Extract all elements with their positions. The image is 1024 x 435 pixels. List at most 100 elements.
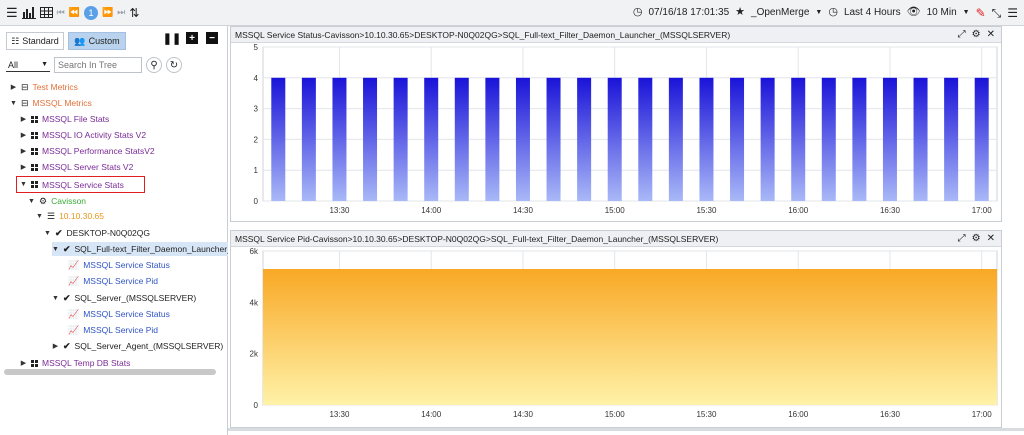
expand-icon[interactable]: ⤢ xyxy=(958,29,966,40)
bar[interactable] xyxy=(454,77,469,201)
favorite-select[interactable]: _OpenMerge xyxy=(751,7,809,18)
tree-node-leaf[interactable]: 📈 MSSQL Service Pid xyxy=(68,323,158,337)
y-tick-label: 6k xyxy=(250,247,259,256)
collapse-icon[interactable]: ⤡ xyxy=(992,7,1002,19)
sort-icon[interactable]: ⇅ xyxy=(129,7,139,19)
bar[interactable] xyxy=(699,77,714,201)
y-tick-label: 2 xyxy=(254,135,259,144)
collapse-arrow-icon[interactable]: ▼ xyxy=(52,246,59,253)
bar[interactable] xyxy=(485,77,500,201)
bar[interactable] xyxy=(791,77,806,201)
tree-node-selected[interactable]: ▼ MSSQL Service Stats xyxy=(16,176,145,193)
pin-icon[interactable]: ✎ xyxy=(976,7,986,19)
gear-icon[interactable]: ⚙ xyxy=(972,233,981,244)
list-icon[interactable]: ☰ xyxy=(1007,7,1018,19)
tree-node-label: MSSQL File Stats xyxy=(42,114,110,124)
bar[interactable] xyxy=(546,77,561,201)
page-number[interactable]: 1 xyxy=(83,5,98,20)
tree-node[interactable]: ▼ ☰ 10.10.30.65 xyxy=(36,209,104,223)
bar[interactable] xyxy=(393,77,408,201)
bar[interactable] xyxy=(974,77,989,201)
bar[interactable] xyxy=(577,77,592,201)
x-tick-label: 15:30 xyxy=(696,410,717,419)
tree-node[interactable]: ▶ MSSQL Server Stats V2 xyxy=(20,160,134,174)
close-icon[interactable]: ✕ xyxy=(987,29,995,40)
horizontal-scrollbar[interactable] xyxy=(4,369,216,375)
menu-icon[interactable]: ☰ xyxy=(6,6,18,19)
previous-page-icon[interactable]: ⏪ xyxy=(69,8,80,17)
collapse-all-icon[interactable]: − xyxy=(206,32,218,44)
chevron-down-icon[interactable]: ▼ xyxy=(963,9,970,16)
collapse-arrow-icon[interactable]: ▼ xyxy=(10,100,17,107)
tab-custom[interactable]: 👥 Custom xyxy=(68,32,126,50)
expand-all-icon[interactable]: + xyxy=(186,32,198,44)
expand-arrow-icon[interactable]: ▶ xyxy=(20,115,27,123)
tree-node[interactable]: ▶ MSSQL IO Activity Stats V2 xyxy=(20,128,146,142)
search-icon[interactable]: ⚲ xyxy=(146,57,162,73)
expand-arrow-icon[interactable]: ▶ xyxy=(20,131,27,139)
tree-node-leaf[interactable]: 📈 MSSQL Service Status xyxy=(68,307,170,321)
bar[interactable] xyxy=(882,77,897,201)
tree-node[interactable]: ▼ ✔ DESKTOP-N0Q02QG xyxy=(44,226,150,240)
y-tick-label: 1 xyxy=(254,166,259,175)
x-tick-label: 13:30 xyxy=(329,206,350,215)
expand-arrow-icon[interactable]: ▶ xyxy=(20,359,27,367)
bar[interactable] xyxy=(607,77,622,201)
expand-arrow-icon[interactable]: ▶ xyxy=(20,163,27,171)
tree-node[interactable]: ▼ ⊟ MSSQL Metrics xyxy=(10,96,92,110)
bar-chart-icon[interactable] xyxy=(21,6,36,19)
bar[interactable] xyxy=(730,77,745,201)
tree-node[interactable]: ▼ ⚙ Cavisson xyxy=(28,194,86,208)
bar[interactable] xyxy=(638,77,653,201)
interval-select[interactable]: 10 Min xyxy=(927,7,957,18)
last-page-icon[interactable]: ⏭ xyxy=(117,8,125,17)
expand-arrow-icon[interactable]: ▶ xyxy=(20,147,27,155)
bar[interactable] xyxy=(668,77,683,201)
table-icon[interactable] xyxy=(39,7,53,18)
collapse-arrow-icon[interactable]: ▼ xyxy=(28,198,35,205)
bar[interactable] xyxy=(301,77,316,201)
tree-node[interactable]: ▶ ⊟ Test Metrics xyxy=(10,80,78,94)
bar[interactable] xyxy=(852,77,867,201)
area-series[interactable] xyxy=(263,268,997,405)
bar[interactable] xyxy=(363,77,378,201)
tree-node[interactable]: ▼ ✔ SQL_Server_(MSSQLSERVER) xyxy=(52,291,196,305)
x-tick-label: 14:00 xyxy=(421,410,442,419)
collapse-arrow-icon[interactable]: ▼ xyxy=(44,230,51,237)
gear-icon[interactable]: ⚙ xyxy=(972,29,981,40)
first-page-icon[interactable]: ⏮ xyxy=(57,8,65,17)
expand-icon[interactable]: ⤢ xyxy=(958,233,966,244)
close-icon[interactable]: ✕ xyxy=(987,233,995,244)
bar[interactable] xyxy=(271,77,286,201)
next-page-icon[interactable]: ⏩ xyxy=(102,8,113,17)
tree-node-highlighted[interactable]: ▼ ✔ SQL_Full-text_Filter_Daemon_Launcher_(… xyxy=(52,242,228,256)
bar[interactable] xyxy=(515,77,530,201)
bar[interactable] xyxy=(913,77,928,201)
bar[interactable] xyxy=(944,77,959,201)
collapse-arrow-icon[interactable]: ▼ xyxy=(20,181,27,188)
filter-select[interactable]: All ▼ xyxy=(6,58,50,72)
search-input[interactable] xyxy=(54,57,142,73)
collapse-arrow-icon[interactable]: ▼ xyxy=(36,213,43,220)
collapse-arrow-icon[interactable]: ▼ xyxy=(52,295,59,302)
tree-node-leaf[interactable]: 📈 MSSQL Service Status xyxy=(68,258,170,272)
tree-node[interactable]: ▶ MSSQL Temp DB Stats xyxy=(20,356,131,370)
tree-node[interactable]: ▶ MSSQL File Stats xyxy=(20,112,109,126)
refresh-icon[interactable]: ↻ xyxy=(166,57,182,73)
pause-icon[interactable]: ❚❚ xyxy=(163,32,181,45)
tree-node-leaf[interactable]: 📈 MSSQL Service Pid xyxy=(68,274,158,288)
star-icon[interactable]: ★ xyxy=(735,7,745,18)
time-range-select[interactable]: Last 4 Hours xyxy=(844,7,901,18)
tree-node-label: MSSQL Service Stats xyxy=(42,179,124,190)
tree-node[interactable]: ▶ ✔ SQL_Server_Agent_(MSSQLSERVER) xyxy=(52,339,223,353)
bar[interactable] xyxy=(760,77,775,201)
bar[interactable] xyxy=(821,77,836,201)
expand-arrow-icon[interactable]: ▶ xyxy=(10,83,17,91)
expand-arrow-icon[interactable]: ▶ xyxy=(52,342,59,350)
metrics-tree-panel: ☷ Standard 👥 Custom ❚❚ + − All ▼ ⚲ ↻ ▶ ⊟T… xyxy=(0,26,228,435)
chevron-down-icon[interactable]: ▼ xyxy=(815,9,822,16)
tree-node[interactable]: ▶ MSSQL Performance StatsV2 xyxy=(20,144,155,158)
tab-standard[interactable]: ☷ Standard xyxy=(6,32,64,50)
bar[interactable] xyxy=(424,77,439,201)
bar[interactable] xyxy=(332,77,347,201)
